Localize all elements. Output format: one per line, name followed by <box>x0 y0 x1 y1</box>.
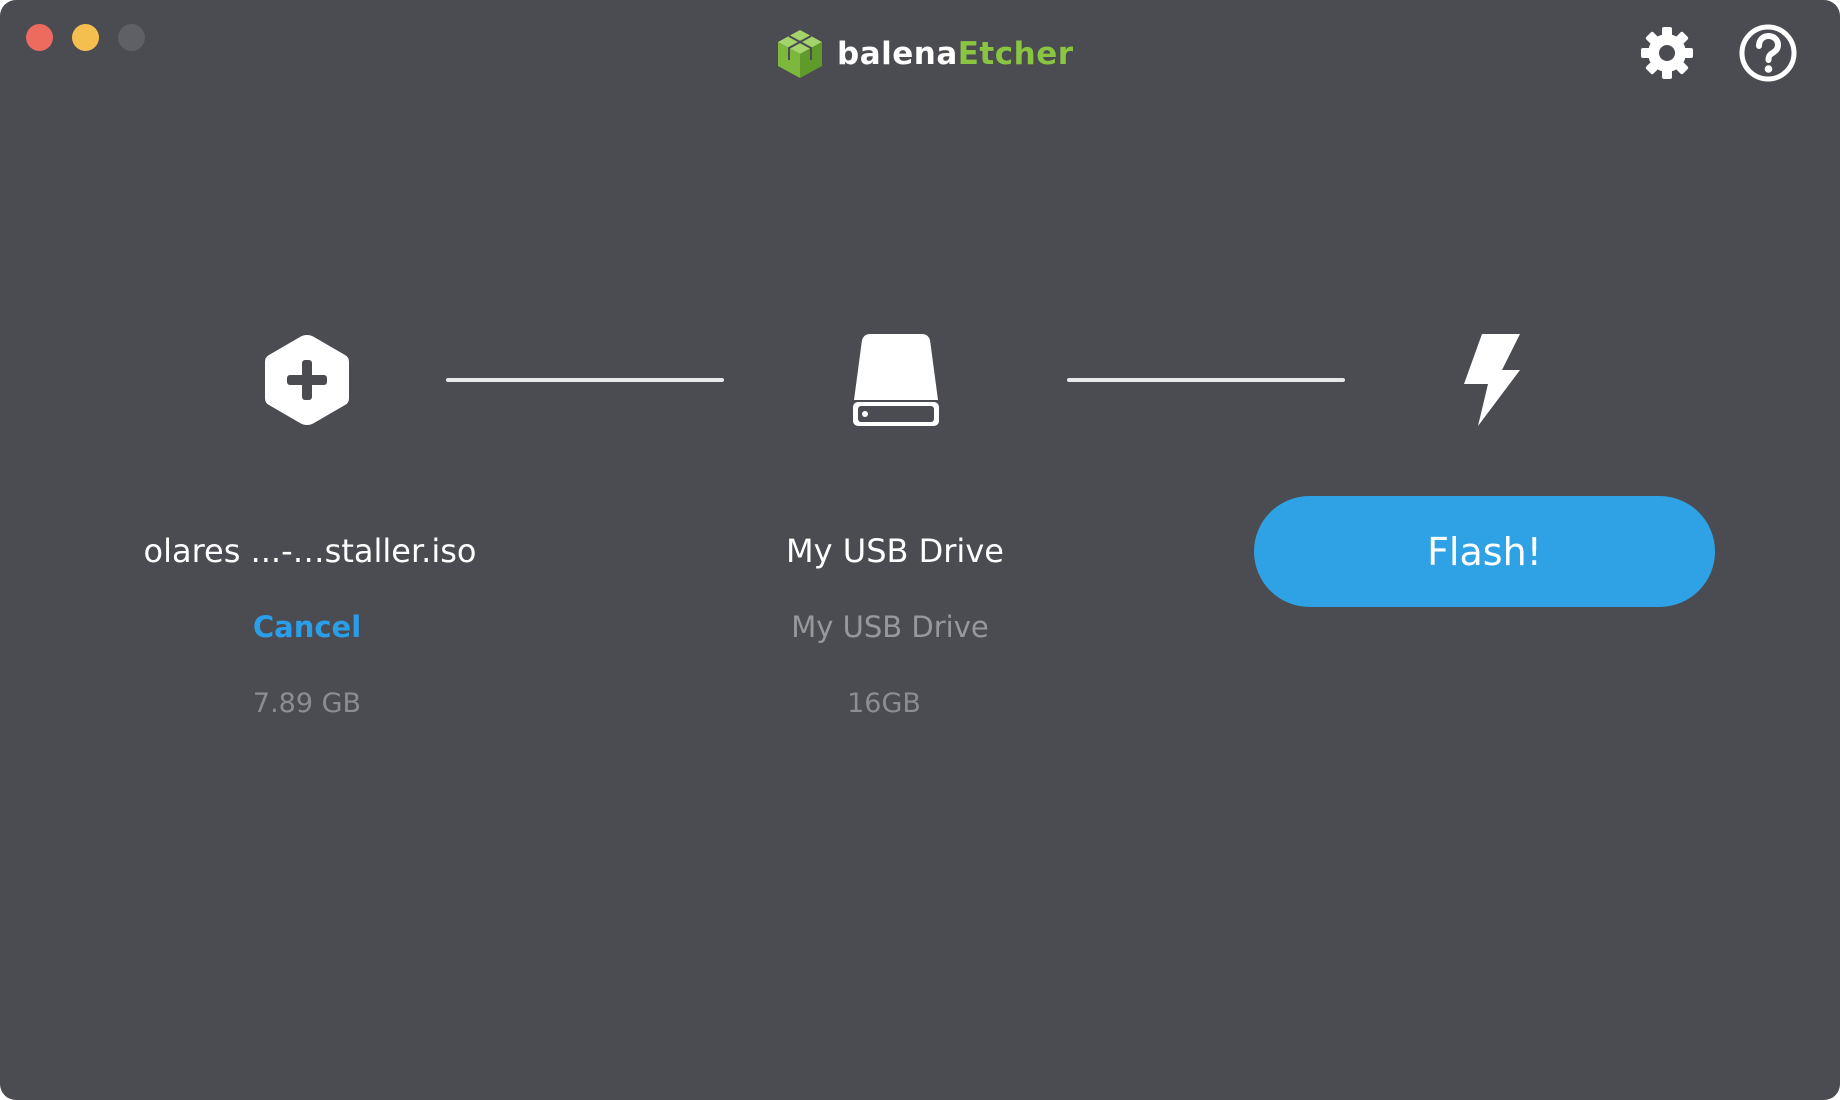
step-connector <box>1067 378 1345 382</box>
window-close-button[interactable] <box>26 24 53 51</box>
window-maximize-button[interactable] <box>118 24 145 51</box>
cancel-link[interactable]: Cancel <box>207 610 407 644</box>
target-drive-size: 16GB <box>847 688 921 719</box>
balena-cube-icon <box>778 30 822 78</box>
source-filename: olares ...-…staller.iso <box>143 532 477 570</box>
window-minimize-button[interactable] <box>72 24 99 51</box>
target-drive-subtitle: My USB Drive <box>791 610 989 644</box>
help-button[interactable] <box>1739 24 1797 82</box>
gear-icon <box>1641 27 1693 79</box>
app-window: balenaEtcher olares ...-…staller.iso Can… <box>0 0 1840 1100</box>
settings-button[interactable] <box>1638 24 1696 82</box>
target-drive-title: My USB Drive <box>786 532 1004 570</box>
source-size: 7.89 GB <box>252 688 362 719</box>
drive-icon <box>853 334 939 426</box>
hexagon-plus-icon <box>265 335 349 425</box>
flash-step-icon <box>1458 332 1524 428</box>
lightning-bolt-icon <box>1464 334 1520 426</box>
logo-text-balena: balena <box>837 36 958 72</box>
step-connector <box>446 378 724 382</box>
app-title: balenaEtcher <box>837 36 1074 72</box>
flash-button[interactable]: Flash! <box>1254 496 1715 607</box>
select-image-button[interactable] <box>262 332 352 428</box>
select-drive-button[interactable] <box>850 332 942 428</box>
logo-text-etcher: Etcher <box>957 36 1074 72</box>
app-logo: balenaEtcher <box>775 26 1074 82</box>
question-mark-icon <box>1739 24 1797 82</box>
